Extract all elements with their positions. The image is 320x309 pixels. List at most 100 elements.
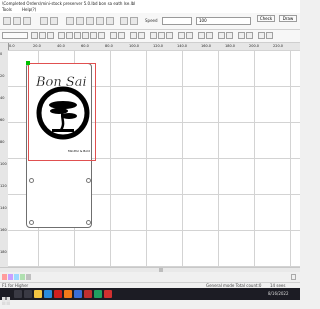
camera-icon[interactable] (238, 32, 245, 39)
bold-icon[interactable] (31, 32, 38, 39)
ruler-tick: 100.0 (129, 44, 140, 48)
align-right-icon[interactable] (74, 32, 81, 39)
mirror-v-icon[interactable] (138, 32, 145, 39)
text-tool-icon[interactable] (106, 17, 114, 25)
ruler-tick: 60 (0, 118, 5, 122)
zoom-in-icon[interactable] (120, 17, 128, 25)
ungroup-icon[interactable] (118, 32, 125, 39)
ruler-tick: 80 (0, 140, 5, 144)
ruler-tick: 120.0 (153, 44, 164, 48)
selection-handle[interactable] (26, 61, 30, 65)
ruler-tick: 40.0 (57, 44, 65, 48)
taskview-icon[interactable] (24, 290, 32, 298)
select-tool-icon[interactable] (66, 17, 74, 25)
draw-button[interactable]: Draw (279, 15, 297, 22)
zoom-out-icon[interactable] (130, 17, 138, 25)
adobe2-icon[interactable] (104, 290, 112, 298)
chrome-icon[interactable] (94, 290, 102, 298)
array-icon[interactable] (150, 32, 157, 39)
color-swatch[interactable] (20, 274, 25, 280)
unlock-icon[interactable] (206, 32, 213, 39)
draw-label: Draw (282, 16, 294, 21)
sheet-hole (86, 220, 91, 225)
ruler-tick: 20 (0, 74, 5, 78)
snap-icon[interactable] (186, 32, 193, 39)
grid-icon[interactable] (178, 32, 185, 39)
open-file-icon[interactable] (13, 17, 21, 25)
ruler-tick: 60.0 (81, 44, 89, 48)
bonsai-logo[interactable]: Bon Sai Mindful & Bold (30, 66, 94, 158)
measure-icon[interactable] (218, 32, 225, 39)
ruler-tick: 180.0 (225, 44, 236, 48)
bonsai-pot (52, 129, 74, 132)
underline-icon[interactable] (47, 32, 54, 39)
color-palette (0, 272, 300, 282)
zoom-value: 100 (199, 18, 207, 23)
ruler-tick: 0.0 (9, 44, 15, 48)
app-icon[interactable] (74, 290, 82, 298)
color-swatch[interactable] (14, 274, 19, 280)
main-toolbar: Speed 100 Check Draw (0, 13, 300, 30)
undo-icon[interactable] (40, 17, 48, 25)
logo-title: Bon Sai (35, 75, 87, 90)
sheet-hole (29, 220, 34, 225)
ruler-tick: 180 (0, 250, 7, 254)
weld-icon[interactable] (158, 32, 165, 39)
design-canvas[interactable]: Bon Sai Mindful & Bold (8, 50, 300, 267)
group-icon[interactable] (110, 32, 117, 39)
ruler-tick: 100 (0, 162, 7, 166)
tree-canopy (50, 108, 68, 114)
ruler-tick: 0 (0, 52, 3, 56)
tree-canopy (49, 101, 77, 109)
lock-icon[interactable] (198, 32, 205, 39)
color-swatch[interactable] (2, 274, 7, 280)
speed-field[interactable] (162, 17, 192, 25)
color-swatch[interactable] (8, 274, 13, 280)
check-label: Check (259, 16, 273, 21)
zoom-field[interactable]: 100 (196, 17, 251, 25)
ruler-tick: 140 (0, 206, 7, 210)
color-swatch[interactable] (291, 274, 296, 280)
settings-icon[interactable] (266, 32, 273, 39)
laser-app-icon[interactable] (84, 290, 92, 298)
format-toolbar (0, 30, 300, 43)
ruler-tick: 40 (0, 96, 5, 100)
ai-icon[interactable] (64, 290, 72, 298)
align-top-icon[interactable] (82, 32, 89, 39)
taskbar-clock: 8/16/2022 (268, 291, 289, 296)
edge-icon[interactable] (44, 290, 52, 298)
sheet-hole (29, 178, 34, 183)
align-bottom-icon[interactable] (98, 32, 105, 39)
ruler-tick: 200.0 (249, 44, 260, 48)
ruler-tick: 80.0 (105, 44, 113, 48)
search-icon[interactable] (14, 290, 22, 298)
align-middle-icon[interactable] (90, 32, 97, 39)
ruler-tick: 140.0 (177, 44, 188, 48)
italic-icon[interactable] (39, 32, 46, 39)
adobe-icon[interactable] (54, 290, 62, 298)
rect-tool-icon[interactable] (86, 17, 94, 25)
laser-icon[interactable] (246, 32, 253, 39)
node-icon[interactable] (226, 32, 233, 39)
align-left-icon[interactable] (58, 32, 65, 39)
logo-subtitle: Mindful & Bold (68, 149, 90, 153)
window-title: \Completed Orders\mini-stock preserver 5… (2, 1, 136, 6)
tree-trunk (59, 109, 65, 131)
ruler-tick: 20.0 (33, 44, 41, 48)
mirror-h-icon[interactable] (130, 32, 137, 39)
line-tool-icon[interactable] (76, 17, 84, 25)
new-file-icon[interactable] (3, 17, 11, 25)
explorer-icon[interactable] (34, 290, 42, 298)
align-center-icon[interactable] (66, 32, 73, 39)
check-button[interactable]: Check (257, 15, 275, 22)
font-select[interactable] (2, 32, 28, 39)
ellipse-tool-icon[interactable] (96, 17, 104, 25)
windows-start-icon[interactable] (2, 290, 10, 305)
layer-icon[interactable] (258, 32, 265, 39)
color-swatch[interactable] (26, 274, 31, 280)
ruler-tick: 220.0 (273, 44, 284, 48)
redo-icon[interactable] (50, 17, 58, 25)
save-icon[interactable] (23, 17, 31, 25)
offset-icon[interactable] (166, 32, 173, 39)
speed-label: Speed (145, 18, 158, 23)
